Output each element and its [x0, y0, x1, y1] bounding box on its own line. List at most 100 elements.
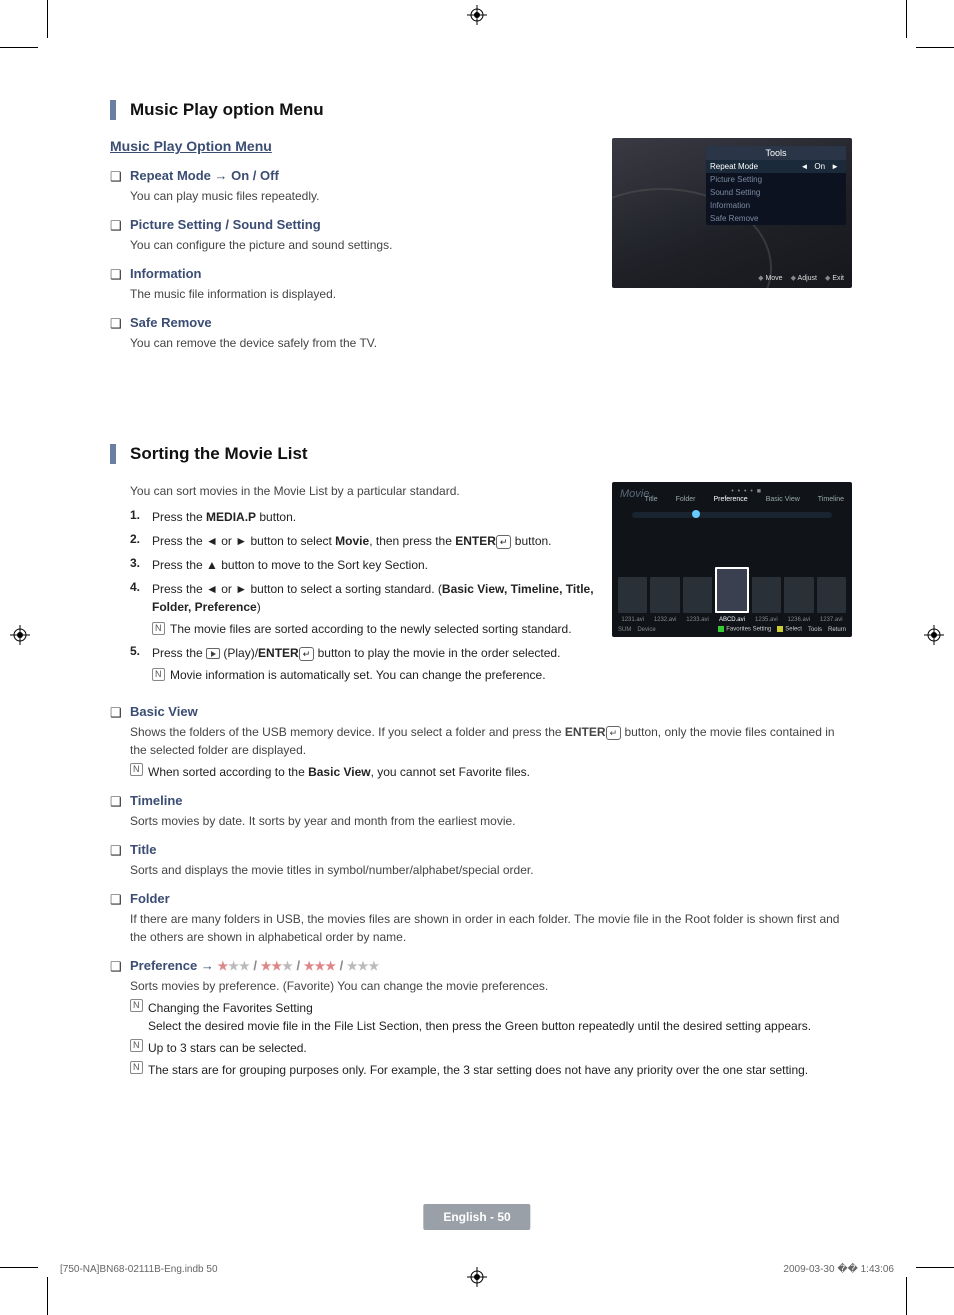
star-icon: ★ — [358, 959, 369, 973]
option-desc: You can play music files repeatedly. — [130, 187, 594, 205]
option-item: ❑ Title Sorts and displays the movie tit… — [110, 842, 852, 879]
page-dots-icon: • • • • ■ — [731, 488, 762, 495]
page-number-pill: English - 50 — [423, 1204, 530, 1230]
movie-thumbnails: 1231.avi 1232.avi 1233.avi ABCD.avi 1235… — [618, 577, 846, 613]
registration-mark-icon — [467, 1267, 487, 1287]
step-number: 4. — [130, 580, 152, 638]
step-text: Press the (Play)/ENTER↵ button to play t… — [152, 644, 594, 684]
note-text: The stars are for grouping purposes only… — [148, 1061, 852, 1079]
step-text: Press the MEDIA.P button. — [152, 508, 594, 526]
option-desc: If there are many folders in USB, the mo… — [130, 910, 852, 946]
step-text: Press the ◄ or ► button to select Movie,… — [152, 532, 594, 550]
star-icon: ★ — [228, 959, 239, 973]
tools-row-selected: Repeat Mode◄On► — [706, 160, 846, 173]
option-title: Folder — [130, 891, 852, 906]
section-intro: You can sort movies in the Movie List by… — [130, 482, 594, 500]
step-number: 5. — [130, 644, 152, 684]
tools-footer-hints: Move Adjust Exit — [758, 274, 844, 282]
page-content: Music Play option Menu Music Play Option… — [110, 100, 852, 1091]
star-icon: ★ — [239, 959, 250, 973]
sub-heading: Music Play Option Menu — [110, 138, 594, 154]
tools-menu-screenshot: Tools Repeat Mode◄On► Picture Setting So… — [612, 138, 852, 288]
footer-filename: [750-NA]BN68-02111B-Eng.indb 50 — [60, 1264, 218, 1275]
note-text: When sorted according to the Basic View,… — [148, 763, 852, 781]
option-desc: You can remove the device safely from th… — [130, 334, 594, 352]
step-row: 5. Press the (Play)/ENTER↵ button to pla… — [130, 644, 594, 684]
option-item: ❑ Safe Remove You can remove the device … — [110, 315, 594, 352]
star-icon: ★ — [347, 959, 358, 973]
note-text: Movie information is automatically set. … — [170, 666, 594, 684]
option-desc: Shows the folders of the USB memory devi… — [130, 723, 852, 759]
step-number: 2. — [130, 532, 152, 550]
note-text: Changing the Favorites Setting Select th… — [148, 999, 852, 1035]
movie-tabs: Title Folder Preference Basic View Timel… — [632, 496, 844, 503]
option-item: ❑ Timeline Sorts movies by date. It sort… — [110, 793, 852, 830]
star-icon: ★ — [271, 959, 282, 973]
option-item: ❑ Preference → ★★★ / ★★★ / ★★★ / ★★★ Sor… — [110, 958, 852, 1079]
step-row: 3. Press the ▲ button to move to the Sor… — [130, 556, 594, 574]
star-icon: ★ — [217, 959, 228, 973]
crop-mark — [916, 1267, 954, 1268]
bullet-icon: ❑ — [110, 266, 130, 303]
option-title: Repeat Mode → On / Off — [130, 168, 594, 183]
bullet-icon: ❑ — [110, 842, 130, 879]
crop-mark — [906, 1277, 907, 1315]
registration-mark-icon — [467, 5, 487, 25]
crop-mark — [47, 0, 48, 38]
option-title: Basic View — [130, 704, 852, 719]
bullet-icon: ❑ — [110, 168, 130, 205]
option-desc: Sorts movies by preference. (Favorite) Y… — [130, 977, 852, 995]
option-title: Preference → ★★★ / ★★★ / ★★★ / ★★★ — [130, 958, 852, 973]
registration-mark-icon — [924, 625, 944, 645]
star-icon: ★ — [261, 959, 272, 973]
movie-slider — [632, 512, 832, 518]
note-text: The movie files are sorted according to … — [170, 620, 594, 638]
option-title: Picture Setting / Sound Setting — [130, 217, 594, 232]
option-desc: You can configure the picture and sound … — [130, 236, 594, 254]
crop-mark — [0, 47, 38, 48]
crop-mark — [906, 0, 907, 38]
step-number: 3. — [130, 556, 152, 574]
option-title: Information — [130, 266, 594, 281]
option-item: ❑ Basic View Shows the folders of the US… — [110, 704, 852, 781]
tools-row: Information — [706, 199, 846, 212]
option-desc: The music file information is displayed. — [130, 285, 594, 303]
crop-mark — [916, 47, 954, 48]
step-number: 1. — [130, 508, 152, 526]
step-text: Press the ▲ button to move to the Sort k… — [152, 556, 594, 574]
section-heading-bar: Music Play option Menu — [110, 100, 852, 120]
option-desc: Sorts and displays the movie titles in s… — [130, 861, 852, 879]
section-heading: Sorting the Movie List — [130, 444, 852, 464]
tools-panel-title: Tools — [706, 146, 846, 160]
note-icon: N — [152, 666, 170, 684]
star-icon: ★ — [315, 959, 326, 973]
star-icon: ★ — [325, 959, 336, 973]
bullet-icon: ❑ — [110, 793, 130, 830]
option-item: ❑ Information The music file information… — [110, 266, 594, 303]
registration-mark-icon — [10, 625, 30, 645]
bullet-icon: ❑ — [110, 315, 130, 352]
tools-row: Safe Remove — [706, 212, 846, 225]
note-icon: N — [130, 1039, 148, 1057]
note-icon: N — [130, 1061, 148, 1079]
note-text: Up to 3 stars can be selected. — [148, 1039, 852, 1057]
bullet-icon: ❑ — [110, 958, 130, 1079]
enter-icon: ↵ — [606, 726, 622, 740]
option-item: ❑ Picture Setting / Sound Setting You ca… — [110, 217, 594, 254]
movie-footer-hints: SUM Device Favorites Setting Select Tool… — [618, 626, 846, 633]
bullet-icon: ❑ — [110, 217, 130, 254]
enter-icon: ↵ — [299, 647, 315, 661]
step-row: 1. Press the MEDIA.P button. — [130, 508, 594, 526]
note-icon: N — [130, 999, 148, 1035]
enter-icon: ↵ — [496, 535, 512, 549]
footer-timestamp: 2009-03-30 �� 1:43:06 — [783, 1264, 894, 1275]
star-icon: ★ — [282, 959, 293, 973]
option-title: Timeline — [130, 793, 852, 808]
play-icon — [206, 648, 220, 659]
star-icon: ★ — [304, 959, 315, 973]
bullet-icon: ❑ — [110, 891, 130, 946]
bullet-icon: ❑ — [110, 704, 130, 781]
note-icon: N — [152, 620, 170, 638]
step-text: Press the ◄ or ► button to select a sort… — [152, 580, 594, 638]
tools-row: Sound Setting — [706, 186, 846, 199]
